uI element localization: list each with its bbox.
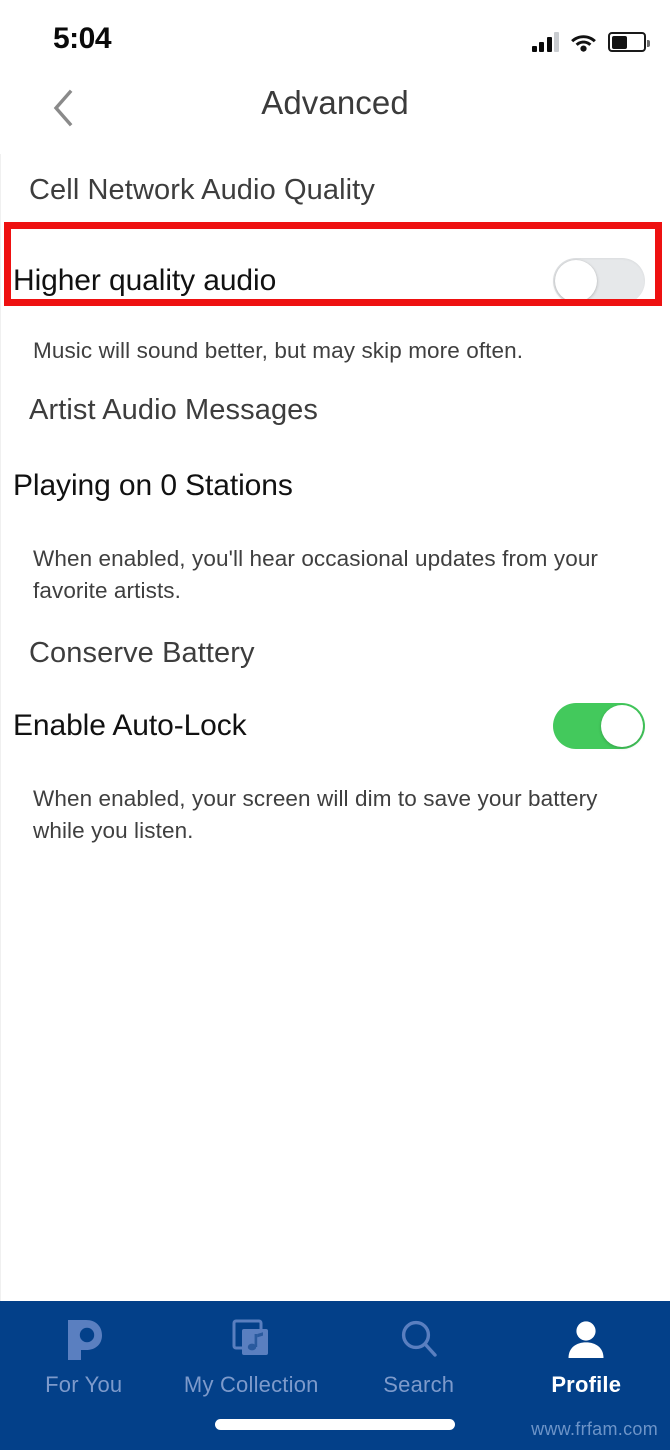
phone-screen: 5:04 Advanced Cell Network Audio Quality… xyxy=(0,0,670,1450)
setting-description-artist-audio-messages: When enabled, you'll hear occasional upd… xyxy=(33,545,599,603)
settings-list: Cell Network Audio Quality Higher qualit… xyxy=(0,154,670,1301)
status-bar-icons xyxy=(531,26,650,52)
stacked-cards-music-note-icon xyxy=(229,1317,273,1363)
toggle-knob xyxy=(555,260,597,302)
watermark: www.frfam.com xyxy=(531,1419,658,1439)
signal-bars-icon xyxy=(531,32,559,52)
toggle-knob xyxy=(601,704,643,747)
nav-header: Advanced xyxy=(0,62,670,154)
tab-label: My Collection xyxy=(183,1372,319,1397)
home-indicator[interactable] xyxy=(215,1419,455,1430)
setting-row-enable-auto-lock[interactable]: Enable Auto-Lock xyxy=(1,696,670,756)
setting-row-label: Higher quality audio xyxy=(13,264,277,297)
status-bar: 5:04 xyxy=(0,0,670,62)
tab-my-collection[interactable]: My Collection xyxy=(168,1301,336,1405)
person-icon xyxy=(564,1317,608,1363)
wifi-icon xyxy=(570,32,597,52)
page-title: Advanced xyxy=(261,84,409,121)
tab-search[interactable]: Search xyxy=(335,1301,503,1405)
tab-for-you[interactable]: For You xyxy=(0,1301,168,1405)
setting-row-playing-on-stations[interactable]: Playing on 0 Stations xyxy=(1,457,670,515)
setting-row-label: Enable Auto-Lock xyxy=(13,708,247,742)
setting-description-higher-quality-audio: Music will sound better, but may skip mo… xyxy=(33,338,524,363)
enable-auto-lock-toggle[interactable] xyxy=(553,702,645,749)
setting-row-higher-quality-audio[interactable]: Higher quality audio xyxy=(1,239,670,323)
tab-list: For You My Collection Search Profile xyxy=(0,1301,670,1405)
higher-quality-audio-toggle[interactable] xyxy=(553,258,645,304)
setting-description-conserve-battery: When enabled, your screen will dim to sa… xyxy=(33,785,598,843)
tab-label: Search xyxy=(383,1372,455,1397)
pandora-p-logo-icon xyxy=(63,1317,105,1363)
status-bar-clock: 5:04 xyxy=(53,22,112,55)
tab-label: For You xyxy=(45,1372,123,1397)
section-header-cell-network-audio-quality: Cell Network Audio Quality xyxy=(29,174,375,206)
bottom-tab-bar: For You My Collection Search Profile www… xyxy=(0,1301,670,1450)
search-icon xyxy=(397,1317,441,1363)
section-header-conserve-battery: Conserve Battery xyxy=(29,636,255,669)
tab-profile[interactable]: Profile xyxy=(503,1301,670,1405)
setting-row-label: Playing on 0 Stations xyxy=(13,468,293,502)
battery-icon xyxy=(608,32,650,52)
tab-label: Profile xyxy=(551,1372,622,1397)
section-header-artist-audio-messages: Artist Audio Messages xyxy=(29,393,319,426)
